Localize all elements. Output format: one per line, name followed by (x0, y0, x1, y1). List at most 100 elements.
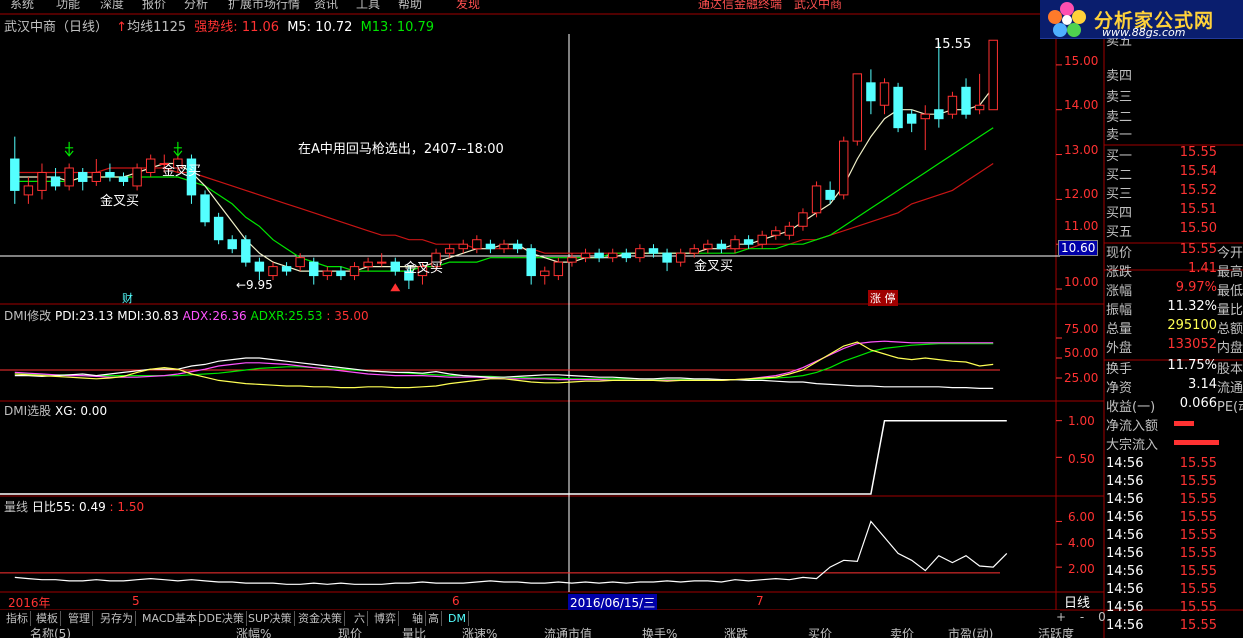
candle-body (934, 109, 944, 120)
indicator-tab[interactable]: 资金决策 (296, 611, 345, 626)
stat-row: 涨幅 9.97% 最低 (1104, 280, 1243, 299)
tick-row: 14:56 15.55 (1104, 546, 1243, 564)
limit-up-marker: 涨 停 (868, 290, 898, 306)
column-header-cell[interactable]: 市盈(动) (948, 627, 993, 638)
stat-extra: 总额 (1217, 322, 1243, 337)
stat-value: 9.97% (1175, 280, 1217, 295)
stock-title: 武汉中商（日线） (4, 20, 109, 35)
ma-label: 均线1125 (127, 20, 187, 35)
candle-body (703, 243, 713, 250)
column-header-cell[interactable]: 涨跌 (724, 627, 748, 638)
candle-body (988, 39, 998, 111)
indicator-tab[interactable]: 博弈 (372, 611, 399, 626)
candle-body (825, 189, 835, 200)
ask-label: 卖二 (1106, 110, 1133, 125)
menu-item-depth[interactable]: 深度 (100, 0, 124, 11)
golden-cross-label-2: 金叉买 (162, 164, 202, 179)
stat-extra: 流通 (1217, 381, 1243, 396)
mdi-value: 30.83 (144, 309, 179, 323)
candle-body (336, 270, 346, 277)
stat-row: 换手 11.75% 股本 (1104, 358, 1243, 377)
dmi-tick: 75.00 (1064, 322, 1099, 336)
vol-title: 量线 (4, 500, 29, 514)
indicator-tab[interactable]: 模板 (34, 611, 61, 626)
tick-row: 14:56 15.55 (1104, 492, 1243, 510)
indicator-tab[interactable]: DM (446, 611, 469, 626)
zoom-out-button[interactable]: - (1080, 610, 1084, 624)
indicator-tab[interactable]: 轴 (410, 611, 426, 626)
stat-label: 净资 (1106, 381, 1133, 396)
column-header-cell[interactable]: 买价 (808, 627, 832, 638)
candle-body (798, 212, 808, 227)
chart-header: 武汉中商（日线） ↑均线1125 强势线: 11.06 M5: 10.72 M1… (4, 16, 434, 35)
candle-body (10, 158, 20, 191)
m13-label: M13: (360, 20, 393, 35)
menu-item-help[interactable]: 帮助 (398, 0, 422, 11)
indicator-tab[interactable]: DDE决策 (196, 611, 247, 626)
column-header: 名称(5) 涨幅% 现价 量比 涨速% 流通市值 换手% 涨跌 买价 卖价 市盈(动) 活跃度 (0, 627, 1243, 638)
column-header-cell[interactable]: 名称(5) (30, 627, 71, 638)
tick-row: 14:56 15.55 (1104, 510, 1243, 528)
candle-body (145, 158, 156, 173)
stat-row: 收益(一) 0.066PE(动) (1104, 396, 1243, 415)
candle-body (893, 86, 903, 129)
period-label[interactable]: 日线 (1064, 592, 1090, 611)
indicator-tab[interactable]: 另存为 (98, 611, 136, 626)
menu-item-extended-market[interactable]: 扩展市场行情 (228, 0, 300, 11)
candle-body (349, 266, 360, 277)
indicator-tab[interactable]: SUP决策 (246, 611, 295, 626)
menu-item-tools[interactable]: 工具 (356, 0, 380, 11)
candle-body (757, 234, 767, 245)
column-header-cell[interactable]: 量比 (402, 627, 426, 638)
menu-item-info[interactable]: 资讯 (314, 0, 338, 11)
column-header-cell[interactable]: 涨幅% (236, 627, 271, 638)
menu-item-quote[interactable]: 报价 (142, 0, 166, 11)
menu-discover-link[interactable]: 发现 (456, 0, 480, 11)
column-header-cell[interactable]: 换手% (642, 627, 677, 638)
price-tick: 12.00 (1064, 187, 1099, 201)
indicator-tab[interactable]: 六 (352, 611, 368, 626)
tick-list[interactable]: 14:56 15.55 14:56 15.55 14:56 15.55 14:56 15.55… (1104, 456, 1243, 638)
candle-body (132, 167, 142, 187)
bid-label: 买四 (1106, 206, 1133, 221)
indicator-tab[interactable]: 管理 (66, 611, 93, 626)
stat-label: 振幅 (1106, 303, 1133, 318)
bid-label: 买三 (1106, 187, 1133, 202)
column-header-cell[interactable]: 涨速% (462, 627, 497, 638)
candle-body (743, 239, 754, 245)
menu-item-function[interactable]: 功能 (56, 0, 80, 11)
vol-header: 量线 日比55: 0.49 : 1.50 (4, 498, 144, 515)
indicator-tab[interactable]: 高 (426, 611, 442, 626)
vol-sep: : (109, 500, 114, 514)
tick-row: 14:56 15.55 (1104, 600, 1243, 618)
candle-body (526, 248, 536, 277)
column-header-cell[interactable]: 卖价 (890, 627, 914, 638)
bid-row: 买五 15.50 (1104, 221, 1243, 240)
flow-bar (1174, 421, 1194, 426)
zoom-in-button[interactable]: + (1056, 610, 1066, 624)
tick-time: 14:56 (1106, 564, 1144, 579)
bid-price: 15.50 (1179, 221, 1217, 236)
stat-value: 133052 (1167, 337, 1217, 352)
column-header-cell[interactable]: 流通市值 (544, 627, 592, 638)
candle-body (363, 261, 373, 268)
ask-panel: 卖五 卖四 卖三 卖二 卖一 (1104, 38, 1243, 142)
tick-price: 15.55 (1179, 510, 1217, 525)
menu-item-system[interactable]: 系统 (10, 0, 34, 11)
column-header-cell[interactable]: 现价 (338, 627, 362, 638)
candle-body (241, 239, 251, 263)
indicator-tab[interactable]: MACD基本 (140, 611, 200, 626)
ask-label: 卖四 (1106, 69, 1133, 84)
price-tick: 15.00 (1064, 54, 1099, 68)
candle-body (879, 82, 890, 106)
adx-label: ADX: (182, 309, 213, 323)
reset-button[interactable]: 0 (1098, 610, 1106, 624)
menu-item-analysis[interactable]: 分析 (184, 0, 208, 11)
golden-cross-label-4: 金叉买 (694, 259, 734, 274)
candle-body (91, 171, 102, 182)
column-header-cell[interactable]: 活跃度 (1038, 627, 1074, 638)
bid-price: 15.54 (1179, 164, 1217, 179)
golden-cross-label-1: 金叉买 (100, 194, 140, 209)
indicator-tab[interactable]: 指标 (4, 611, 31, 626)
adxr-value: 25.53 (288, 309, 323, 323)
